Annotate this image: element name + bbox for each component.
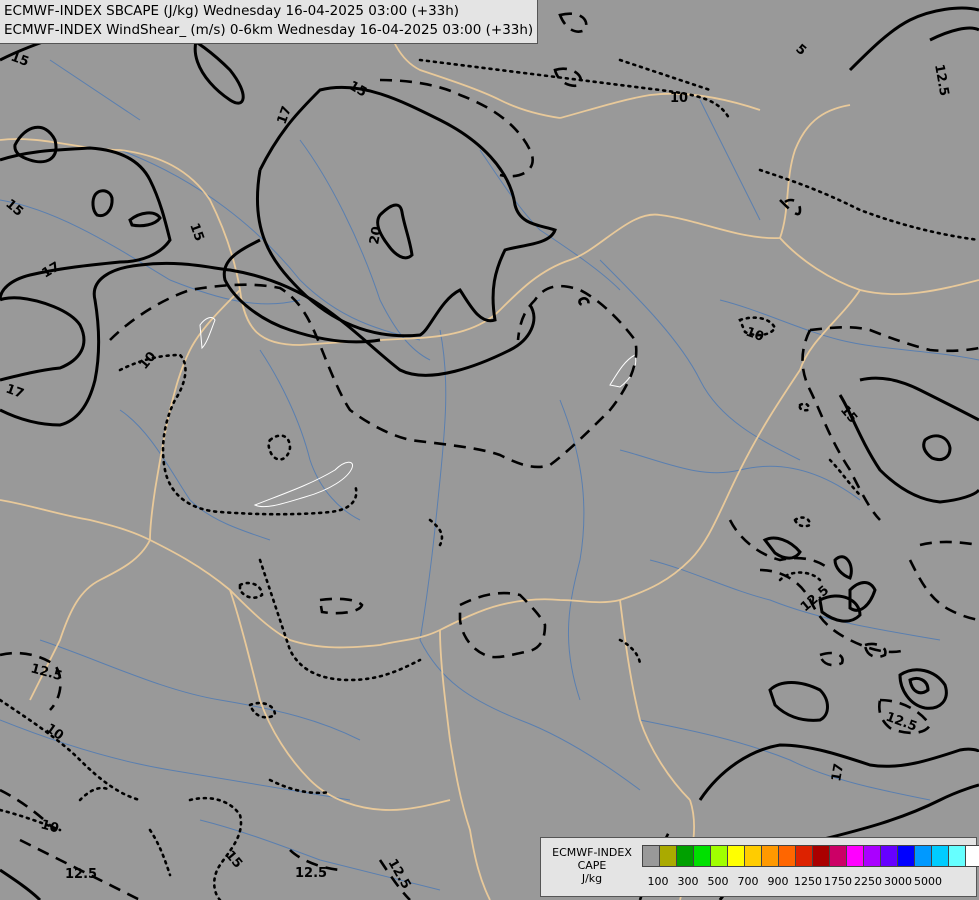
legend-color-scale xyxy=(642,845,979,867)
contour-label: 20 xyxy=(367,225,385,245)
legend-swatch xyxy=(693,845,711,867)
legend-swatch xyxy=(778,845,796,867)
legend-swatch xyxy=(880,845,898,867)
legend-tick-label: 100 xyxy=(647,875,669,888)
cape-legend: ECMWF-INDEX CAPE J/kg 100 300 500 700 900 125… xyxy=(540,837,979,897)
contour-label: 17 xyxy=(829,762,847,782)
legend-title-units: J/kg xyxy=(581,872,603,885)
legend-swatch xyxy=(948,845,966,867)
contour-label: 12.5 xyxy=(295,866,327,881)
legend-swatch xyxy=(846,845,864,867)
legend-swatch xyxy=(642,845,660,867)
legend-title-model: ECMWF-INDEX xyxy=(552,846,632,859)
legend-tick-label: 500 xyxy=(707,875,729,888)
legend-swatch xyxy=(795,845,813,867)
legend-title: ECMWF-INDEX CAPE J/kg xyxy=(543,846,641,885)
legend-tick-label: 3000 xyxy=(884,875,912,888)
legend-swatch xyxy=(965,845,979,867)
contour-label: 10 xyxy=(670,91,688,106)
map-title: ECMWF-INDEX SBCAPE (J/kg) Wednesday 16-0… xyxy=(0,0,539,44)
legend-tick-label: 700 xyxy=(737,875,759,888)
legend-swatch xyxy=(744,845,762,867)
title-line-cape: ECMWF-INDEX SBCAPE (J/kg) Wednesday 16-0… xyxy=(4,3,460,19)
legend-swatch xyxy=(931,845,949,867)
legend-swatch xyxy=(914,845,932,867)
legend-swatch xyxy=(710,845,728,867)
legend-tick-label: 5000 xyxy=(914,875,942,888)
legend-swatch xyxy=(897,845,915,867)
weather-map: 15 15 15 17 17 17 17 20 15 10 10 10 10 1… xyxy=(0,0,979,900)
legend-tick-label: 900 xyxy=(767,875,789,888)
legend-swatch xyxy=(863,845,881,867)
contour-label: 12.5 xyxy=(65,867,97,882)
legend-swatch xyxy=(676,845,694,867)
legend-swatch xyxy=(761,845,779,867)
legend-title-variable: CAPE xyxy=(577,859,607,872)
legend-tick-label: 300 xyxy=(677,875,699,888)
legend-swatch xyxy=(659,845,677,867)
legend-tick-label: 1750 xyxy=(824,875,852,888)
legend-swatch xyxy=(812,845,830,867)
legend-tick-labels: 100 300 500 700 900 1250 1750 2250 3000 5000 xyxy=(641,875,971,889)
legend-tick-label: 1250 xyxy=(794,875,822,888)
legend-tick-label: 2250 xyxy=(854,875,882,888)
legend-swatch xyxy=(829,845,847,867)
legend-swatch xyxy=(727,845,745,867)
title-line-windshear: ECMWF-INDEX WindShear_ (m/s) 0-6km Wedne… xyxy=(4,22,534,38)
